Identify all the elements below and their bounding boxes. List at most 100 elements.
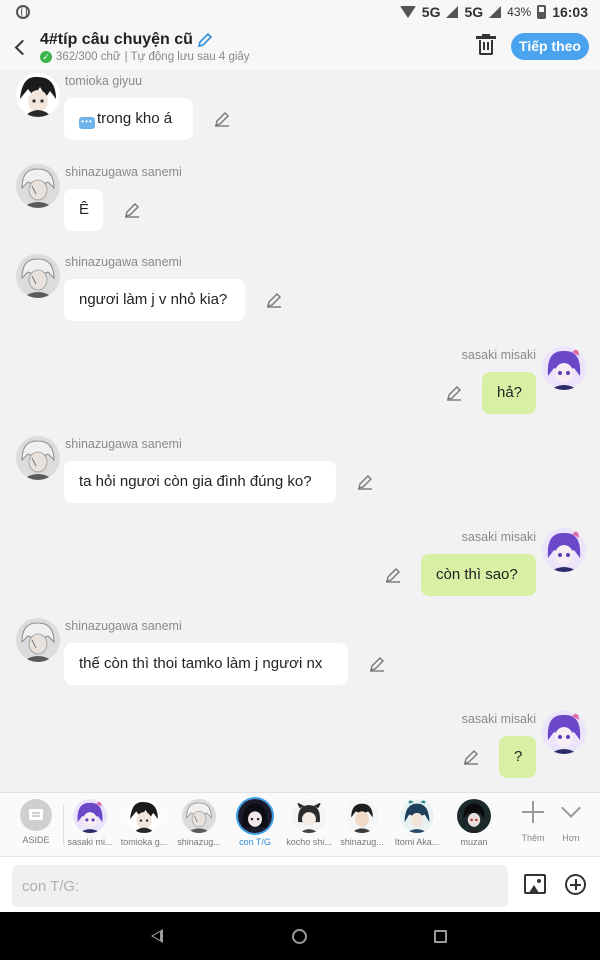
message-bubble[interactable]: ta hỏi ngươi còn gia đình đúng ko?: [64, 461, 336, 503]
avatar[interactable]: [16, 618, 60, 662]
story-title: 4#típ câu chuyện cũ: [40, 31, 193, 48]
network-label-2: 5G: [464, 4, 484, 20]
battery-percent: 43%: [507, 5, 532, 19]
nav-back-icon[interactable]: [151, 929, 163, 943]
message-bubble[interactable]: hả?: [482, 372, 536, 414]
message-text: trong kho á: [97, 110, 173, 127]
edit-message-icon[interactable]: [462, 748, 480, 766]
character-aside[interactable]: ASIDE: [8, 799, 64, 845]
edit-title-icon[interactable]: [197, 32, 213, 48]
nav-home-icon[interactable]: [292, 929, 307, 944]
autosave-status: | Tự động lưu sau 4 giây: [124, 51, 250, 63]
message-input[interactable]: [12, 865, 508, 907]
nav-recents-icon[interactable]: [434, 930, 447, 943]
character-chip[interactable]: shinazug...: [171, 799, 227, 847]
message-text: còn thì sao?: [436, 566, 518, 583]
sender-name: shinazugawa sanemi: [65, 437, 182, 451]
message-bubble[interactable]: thế còn thì thoi tamko làm j ngươi nx: [64, 643, 348, 685]
next-button[interactable]: Tiếp theo: [511, 33, 589, 60]
globe-icon: [16, 5, 30, 19]
app-header: 4#típ câu chuyện cũ ✓ 362/300 chữ | Tự đ…: [0, 24, 600, 70]
character-avatar: [345, 799, 379, 833]
character-chip[interactable]: shinazug...: [334, 799, 390, 847]
message-text: ?: [514, 748, 523, 765]
avatar[interactable]: [16, 73, 60, 117]
character-avatar: [292, 799, 326, 833]
input-bar: [0, 856, 600, 912]
sender-name: shinazugawa sanemi: [65, 165, 182, 179]
character-chip[interactable]: tomioka g...: [116, 799, 172, 847]
chevron-down-icon[interactable]: [561, 798, 581, 818]
system-nav-bar: [0, 912, 600, 960]
status-bar: 5G 5G 43% 16:03: [0, 0, 600, 24]
message-bubble[interactable]: ?: [499, 736, 536, 778]
edit-message-icon[interactable]: [445, 384, 463, 402]
character-bar: Thêm Hơn ASIDE sasaki mi... tomioka g... sh…: [0, 792, 600, 856]
message-text: Ê: [79, 201, 90, 218]
character-avatar: [127, 799, 161, 833]
chevron-left-icon: [14, 39, 30, 55]
edit-message-icon[interactable]: [368, 655, 386, 673]
message-text: hả?: [497, 384, 523, 401]
sender-name: sasaki misaki: [461, 348, 536, 362]
message-bubble[interactable]: còn thì sao?: [421, 554, 536, 596]
character-chip[interactable]: con T/G: [227, 799, 283, 847]
character-avatar: [182, 799, 216, 833]
character-name: tomioka g...: [120, 837, 168, 847]
sender-name: sasaki misaki: [461, 712, 536, 726]
sender-name: tomioka giyuu: [65, 74, 143, 88]
character-avatar: [238, 799, 272, 833]
edit-message-icon[interactable]: [265, 291, 283, 309]
signal-icon: [489, 6, 502, 18]
add-circle-icon[interactable]: [565, 874, 586, 895]
character-name: ASIDE: [22, 835, 50, 845]
character-name: shinazug...: [340, 837, 384, 847]
character-avatar: [400, 799, 434, 833]
chat-area[interactable]: tomioka giyuu ••• trong kho á shinazugawa s…: [0, 70, 600, 792]
edit-message-icon[interactable]: [356, 473, 374, 491]
character-name: con T/G: [239, 837, 271, 847]
wifi-icon: [399, 6, 416, 18]
character-chip[interactable]: sasaki mi...: [62, 799, 118, 847]
character-avatar: [73, 799, 107, 833]
avatar[interactable]: [16, 164, 60, 208]
sender-name: sasaki misaki: [461, 530, 536, 544]
image-icon[interactable]: [524, 874, 546, 894]
message-text: thế còn thì thoi tamko làm j ngươi nx: [79, 655, 323, 672]
avatar[interactable]: [16, 436, 60, 480]
character-avatar: [457, 799, 491, 833]
edit-message-icon[interactable]: [123, 201, 141, 219]
message-bubble[interactable]: ngươi làm j v nhỏ kia?: [64, 279, 245, 321]
trash-icon[interactable]: [476, 34, 496, 56]
character-chip[interactable]: kocho shi...: [281, 799, 337, 847]
network-label-1: 5G: [421, 4, 441, 20]
edit-message-icon[interactable]: [384, 566, 402, 584]
message-bubble[interactable]: ••• trong kho á: [64, 98, 193, 140]
clock: 16:03: [552, 4, 588, 20]
character-chip[interactable]: muzan: [446, 799, 502, 847]
word-count: 362/300 chữ: [56, 51, 121, 63]
check-icon: ✓: [40, 51, 52, 63]
message-text: ta hỏi ngươi còn gia đình đúng ko?: [79, 473, 312, 490]
back-button[interactable]: [0, 24, 40, 70]
message-bubble[interactable]: Ê: [64, 189, 103, 231]
aside-icon: [20, 799, 52, 831]
sender-name: shinazugawa sanemi: [65, 619, 182, 633]
sender-name: shinazugawa sanemi: [65, 255, 182, 269]
character-name: kocho shi...: [286, 837, 332, 847]
plus-icon[interactable]: [522, 801, 544, 823]
avatar[interactable]: [542, 528, 586, 572]
avatar[interactable]: [542, 710, 586, 754]
add-character-label[interactable]: Thêm: [513, 833, 553, 843]
character-chip[interactable]: Itomi Aka...: [389, 799, 445, 847]
battery-icon: [537, 5, 547, 19]
avatar[interactable]: [542, 346, 586, 390]
edit-message-icon[interactable]: [213, 110, 231, 128]
character-name: muzan: [460, 837, 488, 847]
avatar[interactable]: [16, 254, 60, 298]
character-name: shinazug...: [177, 837, 221, 847]
chat-dots-icon: •••: [79, 117, 95, 129]
character-name: sasaki mi...: [67, 837, 113, 847]
character-name: Itomi Aka...: [394, 837, 440, 847]
more-label[interactable]: Hơn: [551, 833, 591, 843]
